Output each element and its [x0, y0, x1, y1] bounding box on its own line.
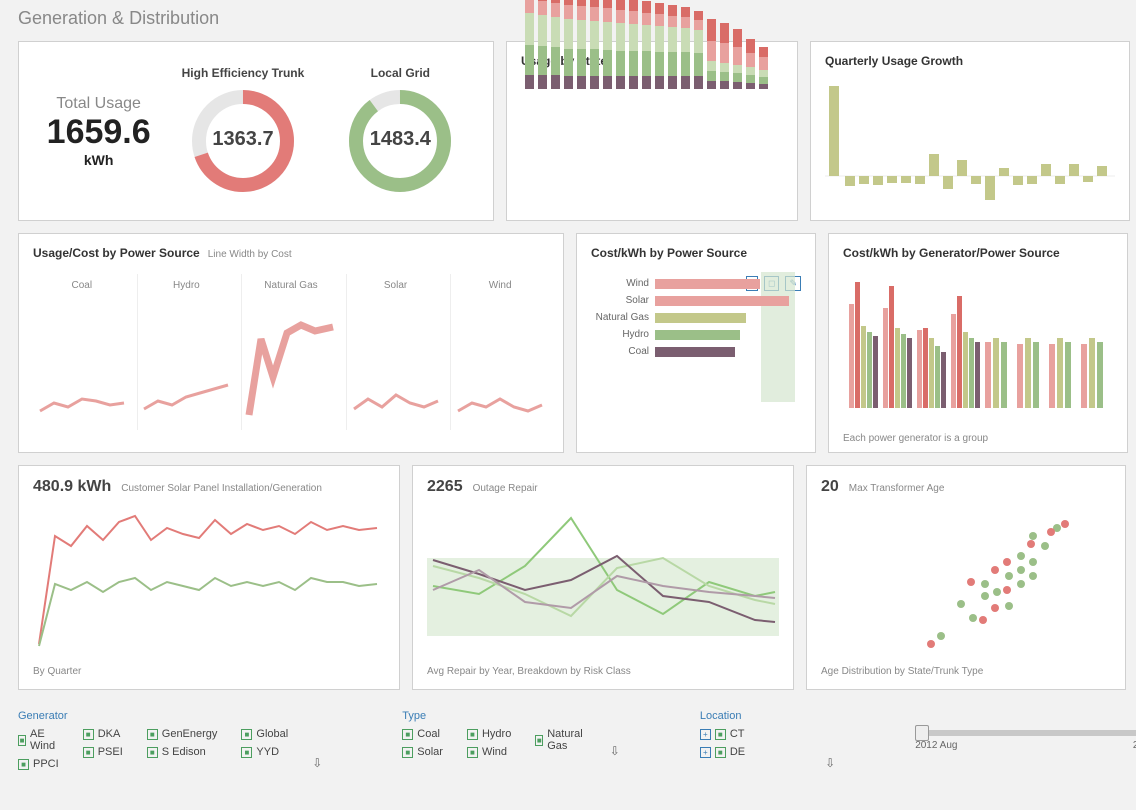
chk-dka[interactable]: ■DKA — [83, 728, 123, 740]
card-transformer: 20 Max Transformer Age Age Distribution b… — [806, 465, 1126, 690]
outage-value: 2265 — [427, 478, 463, 496]
spark-hydro[interactable]: Hydro — [137, 274, 236, 430]
solar-label: Customer Solar Panel Installation/Genera… — [121, 483, 322, 494]
chart-quarterly-growth[interactable] — [825, 76, 1115, 216]
gauge-trunk-value: 1363.7 — [178, 128, 308, 151]
expand-location-icon[interactable]: ⇩ — [825, 756, 835, 770]
hbar-hydro[interactable]: Hydro — [591, 329, 801, 340]
expand-generator-icon[interactable]: ⇩ — [312, 756, 322, 770]
slider-start: 2012 Aug — [915, 740, 957, 751]
chk-global[interactable]: ■Global — [241, 728, 288, 740]
card-usage-by-state: Usage by State — [506, 41, 798, 221]
gauge-trunk: High Efficiency Trunk 1363.7 — [178, 66, 308, 196]
outage-footer: Avg Repair by Year, Breakdown by Risk Cl… — [427, 666, 779, 677]
chk-de[interactable]: +■DE — [700, 746, 745, 758]
filter-type: Type ■Coal ■Solar ■Hydro ■Wind ■Natural … — [402, 710, 620, 770]
expand-type-icon[interactable]: ⇩ — [610, 744, 620, 758]
gauge-grid-title: Local Grid — [335, 66, 465, 80]
quarterly-growth-title: Quarterly Usage Growth — [825, 54, 1115, 68]
card-cost-kwh: Cost/kWh by Power Source ⤓ ◻ ✎ Wind Sola… — [576, 233, 816, 453]
spark-solar[interactable]: Solar — [346, 274, 445, 430]
chart-outage[interactable] — [427, 496, 779, 651]
outage-label: Outage Repair — [473, 483, 538, 494]
transformer-value: 20 — [821, 478, 839, 496]
chk-solar[interactable]: ■Solar — [402, 746, 443, 758]
transformer-label: Max Transformer Age — [849, 483, 945, 494]
chart-transformer[interactable] — [821, 496, 1111, 651]
filter-generator: Generator ■AE Wind ■PPCI ■DKA ■PSEI ■Gen… — [18, 710, 322, 770]
chart-solar[interactable] — [33, 496, 385, 651]
solar-footer: By Quarter — [33, 666, 385, 677]
card-quarterly-growth: Quarterly Usage Growth — [810, 41, 1130, 221]
chk-hydro[interactable]: ■Hydro — [467, 728, 511, 740]
kpi-total: Total Usage 1659.6 kWh — [47, 95, 151, 168]
transformer-footer: Age Distribution by State/Trunk Type — [821, 666, 1111, 677]
chk-coal[interactable]: ■Coal — [402, 728, 443, 740]
kpi-unit: kWh — [47, 152, 151, 168]
usage-cost-subtitle: Line Width by Cost — [208, 249, 292, 260]
cost-kwh-title: Cost/kWh by Power Source — [591, 246, 801, 260]
card-usage-cost: Usage/Cost by Power SourceLine Width by … — [18, 233, 564, 453]
gauge-grid-value: 1483.4 — [335, 128, 465, 151]
chk-natgas[interactable]: ■Natural Gas — [535, 728, 585, 752]
card-solar: 480.9 kWh Customer Solar Panel Installati… — [18, 465, 400, 690]
gauge-trunk-title: High Efficiency Trunk — [178, 66, 308, 80]
chk-sedison[interactable]: ■S Edison — [147, 746, 218, 758]
row-bottom: 480.9 kWh Customer Solar Panel Installati… — [18, 465, 1118, 690]
spark-ng[interactable]: Natural Gas — [241, 274, 340, 430]
cost-gen-footer: Each power generator is a group — [843, 433, 1113, 444]
filter-location: Location +■CT +■DE — [700, 710, 745, 770]
chk-yyd[interactable]: ■YYD — [241, 746, 288, 758]
chk-ct[interactable]: +■CT — [700, 728, 745, 740]
card-outage: 2265 Outage Repair Avg Repair by Year, Br… — [412, 465, 794, 690]
kpi-label: Total Usage — [47, 95, 151, 113]
chk-ppci[interactable]: ■PPCI — [18, 758, 59, 770]
gauge-grid: Local Grid 1483.4 — [335, 66, 465, 196]
card-cost-gen: Cost/kWh by Generator/Power Source Each … — [828, 233, 1128, 453]
hbar-coal[interactable]: Coal — [591, 346, 801, 357]
date-slider[interactable]: 2012 Aug 2017 Aug — [915, 710, 1136, 770]
chart-usage-by-state-bars[interactable] — [521, 94, 783, 234]
cost-gen-title: Cost/kWh by Generator/Power Source — [843, 246, 1113, 260]
kpi-value: 1659.6 — [47, 113, 151, 152]
hbar-wind[interactable]: Wind — [591, 278, 801, 289]
card-total-usage: Total Usage 1659.6 kWh High Efficiency T… — [18, 41, 494, 221]
slider-handle-start[interactable] — [915, 725, 929, 741]
chk-wind[interactable]: ■Wind — [467, 746, 511, 758]
chart-cost-gen[interactable] — [843, 268, 1113, 418]
hbar-solar[interactable]: Solar — [591, 295, 801, 306]
chk-genenergy[interactable]: ■GenEnergy — [147, 728, 218, 740]
filters: Generator ■AE Wind ■PPCI ■DKA ■PSEI ■Gen… — [18, 702, 1118, 778]
solar-value: 480.9 kWh — [33, 478, 111, 496]
spark-coal[interactable]: Coal — [33, 274, 131, 430]
hbar-ng[interactable]: Natural Gas — [591, 312, 801, 323]
usage-cost-title: Usage/Cost by Power SourceLine Width by … — [33, 246, 549, 260]
chk-ae-wind[interactable]: ■AE Wind — [18, 728, 59, 752]
spark-wind[interactable]: Wind — [450, 274, 549, 430]
chk-psei[interactable]: ■PSEI — [83, 746, 123, 758]
row-kpi: Total Usage 1659.6 kWh High Efficiency T… — [18, 41, 1118, 221]
